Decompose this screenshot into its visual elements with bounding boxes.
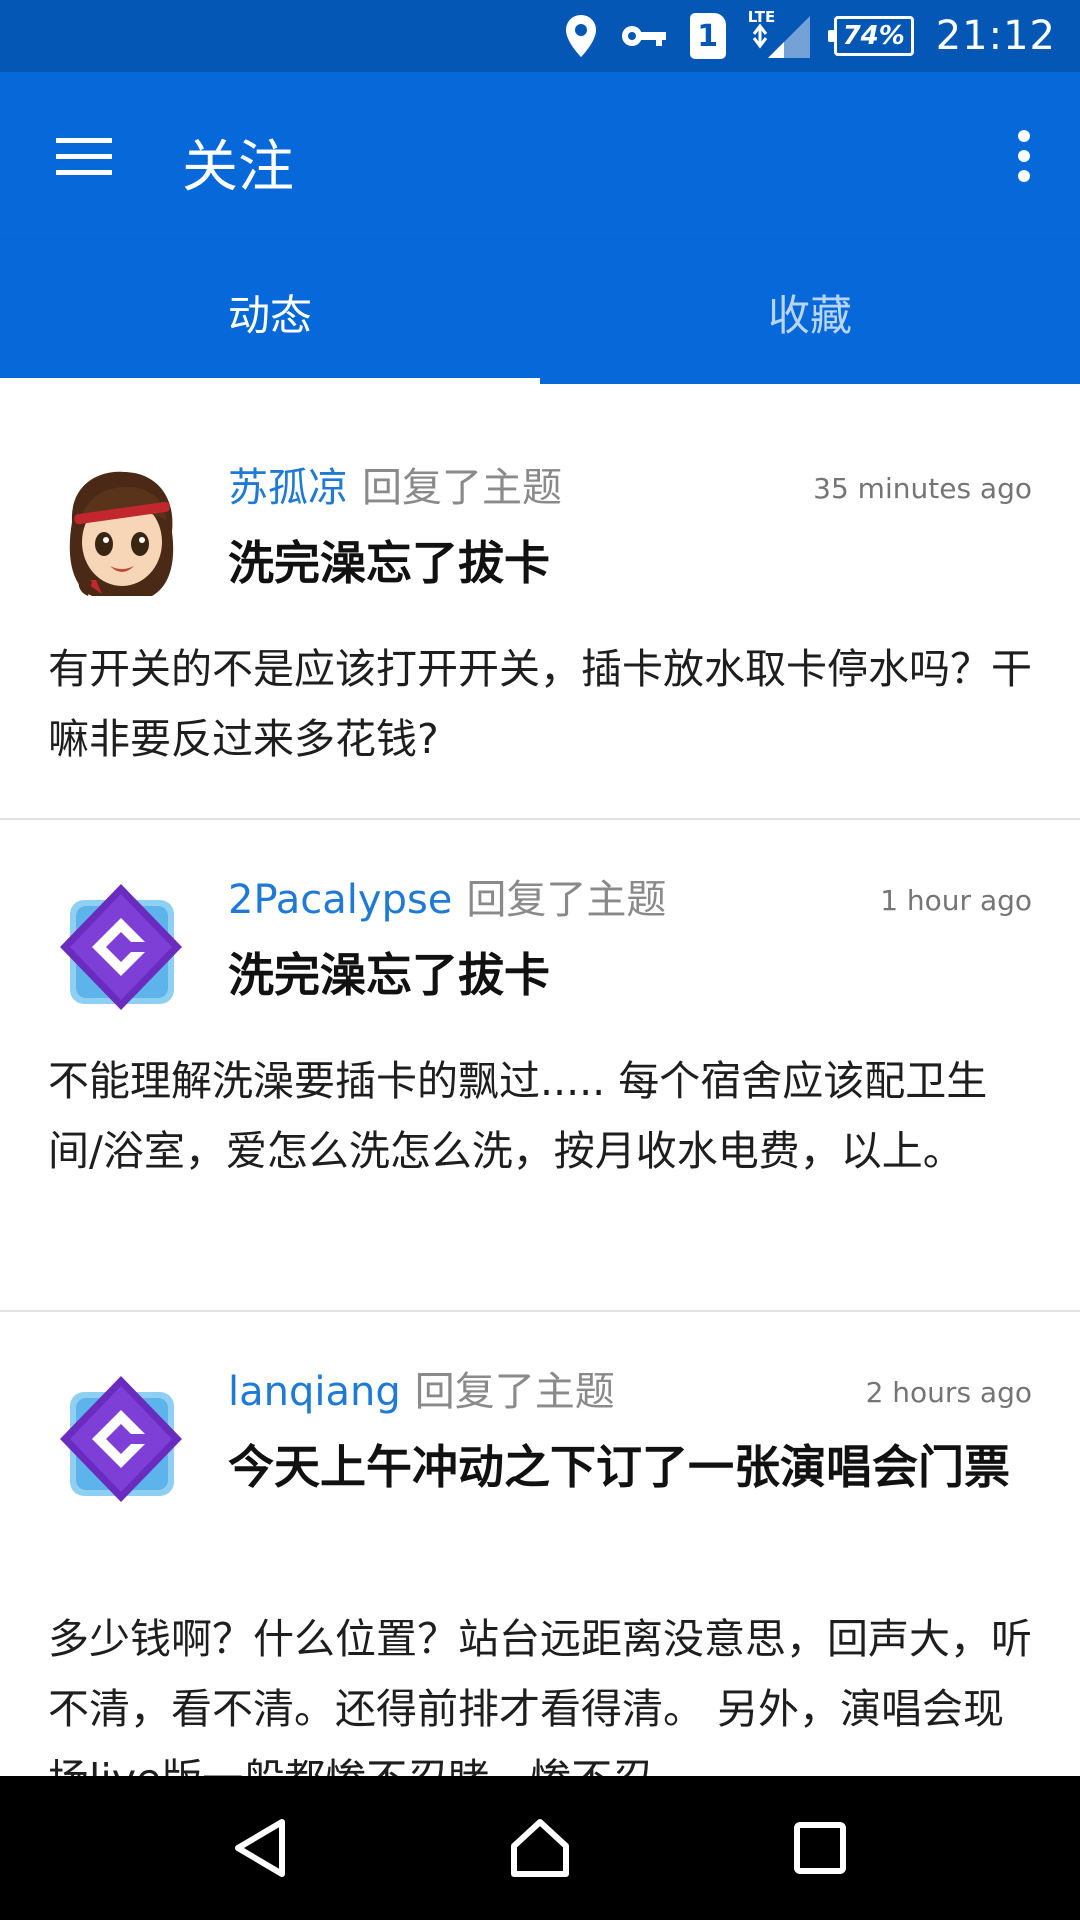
tab-activity[interactable]: 动态 <box>0 240 540 384</box>
clock: 21:12 <box>935 13 1056 59</box>
location-icon <box>564 13 598 59</box>
sim-icon: 1 <box>689 13 726 59</box>
feed-item[interactable]: 2Pacalypse 回复了主题 1 hour ago 洗完澡忘了拔卡 不能理解… <box>0 820 1080 1312</box>
feed-item-header: 2Pacalypse 回复了主题 1 hour ago 洗完澡忘了拔卡 <box>228 874 1032 1010</box>
timestamp: 1 hour ago <box>880 884 1032 917</box>
topic-title[interactable]: 洗完澡忘了拔卡 <box>228 528 1032 598</box>
toolbar: 关注 <box>0 72 1080 240</box>
tab-bar: 动态 收藏 <box>0 240 1080 384</box>
battery-icon: 74% <box>827 16 914 56</box>
page-title: 关注 <box>182 135 294 200</box>
topic-title[interactable]: 今天上午冲动之下订了一张演唱会门票 <box>228 1432 1032 1502</box>
recents-icon[interactable] <box>760 1788 880 1908</box>
tab-favorites[interactable]: 收藏 <box>540 240 1080 384</box>
reply-body: 有开关的不是应该打开开关，插卡放水取卡停水吗？干嘛非要反过来多花钱? <box>48 645 1032 763</box>
tab-label: 收藏 <box>767 290 852 340</box>
hamburger-menu-icon[interactable] <box>40 120 128 192</box>
action-text: 回复了主题 <box>362 465 562 511</box>
avatar[interactable] <box>50 1368 192 1510</box>
feed-item-header: 苏孤凉 回复了主题 35 minutes ago 洗完澡忘了拔卡 <box>228 462 1032 598</box>
user-name-link[interactable]: 苏孤凉 <box>228 462 348 514</box>
timestamp: 35 minutes ago <box>813 472 1032 505</box>
status-bar: 1 LTE 74% 21:12 <box>0 0 1080 72</box>
anime-girl-avatar-icon <box>69 471 174 596</box>
user-name-link[interactable]: lanqiang <box>228 1366 401 1418</box>
user-name-link[interactable]: 2Pacalypse <box>228 874 452 926</box>
signal-icon: LTE <box>748 8 812 60</box>
vpn-key-icon <box>620 22 668 50</box>
home-icon[interactable] <box>480 1788 600 1908</box>
default-logo-avatar-icon <box>60 884 182 1010</box>
avatar[interactable] <box>50 876 192 1018</box>
feed-list[interactable]: 苏孤凉 回复了主题 35 minutes ago 洗完澡忘了拔卡 有开关的不是应… <box>0 384 1080 1776</box>
avatar[interactable] <box>50 460 192 602</box>
more-vert-icon[interactable] <box>988 120 1060 192</box>
feed-item[interactable]: 苏孤凉 回复了主题 35 minutes ago 洗完澡忘了拔卡 有开关的不是应… <box>0 384 1080 820</box>
default-logo-avatar-icon <box>60 1376 182 1502</box>
tab-label: 动态 <box>227 290 312 340</box>
timestamp: 2 hours ago <box>865 1376 1032 1409</box>
feed-item-header: lanqiang 回复了主题 2 hours ago 今天上午冲动之下订了一张演… <box>228 1366 1032 1502</box>
back-icon[interactable] <box>200 1788 320 1908</box>
reply-body: 不能理解洗澡要插卡的飘过..... 每个宿舍应该配卫生间/浴室，爱怎么洗怎么洗，… <box>48 1057 988 1175</box>
app-screen: 1 LTE 74% 21:12 关注 动态 收藏 苏孤凉 回复了主题 35 mi… <box>0 0 1080 1920</box>
feed-item[interactable]: lanqiang 回复了主题 2 hours ago 今天上午冲动之下订了一张演… <box>0 1312 1080 1776</box>
action-text: 回复了主题 <box>466 877 667 923</box>
reply-body: 多少钱啊？什么位置？站台远距离没意思，回声大，听不清，看不清。还得前排才看得清。… <box>48 1615 1032 1776</box>
topic-title[interactable]: 洗完澡忘了拔卡 <box>228 940 1032 1010</box>
action-text: 回复了主题 <box>414 1369 615 1415</box>
system-nav-bar <box>0 1776 1080 1920</box>
